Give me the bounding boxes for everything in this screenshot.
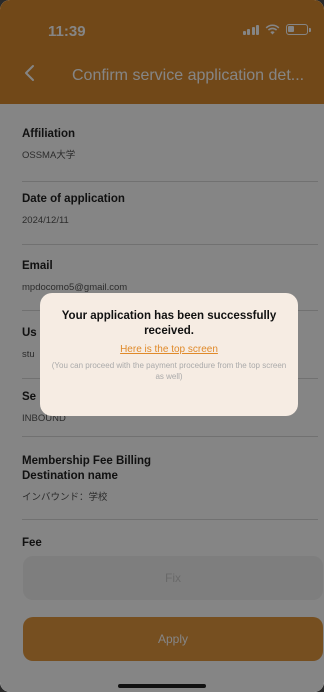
top-screen-link[interactable]: Here is the top screen: [120, 344, 218, 355]
phone-screen: 11:39 Confirm service application det...…: [0, 0, 324, 692]
home-indicator: [118, 684, 206, 688]
payment-note: (You can proceed with the payment proced…: [51, 361, 287, 381]
success-message: Your application has been successfully r…: [61, 310, 277, 337]
success-dialog: Your application has been successfully r…: [40, 293, 298, 416]
